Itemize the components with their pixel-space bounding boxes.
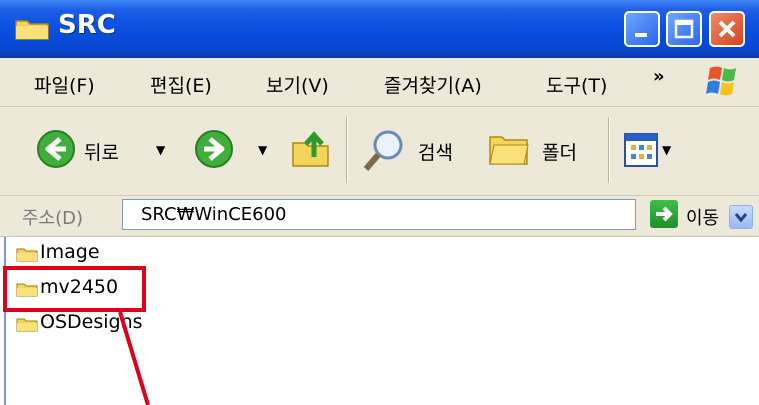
menu-view[interactable]: 보기(V)	[266, 71, 329, 98]
menu-file[interactable]: 파일(F)	[34, 71, 95, 98]
folder-icon	[16, 248, 38, 262]
file-name: Image	[40, 241, 100, 263]
file-list: Image mv2450 OSDesigns	[4, 237, 759, 405]
close-icon	[718, 20, 736, 38]
window-title: SRC	[58, 10, 116, 40]
toolbar-separator	[346, 117, 348, 183]
view-grid-icon[interactable]	[624, 133, 658, 167]
address-input[interactable]: SRC₩WinCE600	[122, 199, 753, 230]
address-dropdown-button[interactable]	[729, 205, 753, 229]
folder-icon	[15, 20, 49, 40]
file-name: OSDesigns	[40, 311, 143, 333]
minimize-icon	[635, 33, 647, 37]
search-button[interactable]: 검색	[418, 138, 453, 165]
menu-bar: 파일(F) 편집(E) 보기(V) 즐겨찾기(A) 도구(T) »	[0, 58, 759, 107]
address-value: SRC₩WinCE600	[141, 204, 287, 225]
menu-favorites[interactable]: 즐겨찾기(A)	[384, 71, 482, 98]
go-button[interactable]	[650, 200, 678, 228]
search-icon[interactable]	[360, 129, 408, 173]
folder-icon	[16, 318, 38, 332]
maximize-button[interactable]	[666, 11, 702, 47]
menu-overflow-chevron[interactable]: »	[653, 66, 665, 87]
windows-logo-icon	[706, 66, 736, 96]
folders-icon[interactable]	[488, 131, 532, 169]
toolbar: 뒤로 ▼ ▼ 검색 폴더 ▼	[0, 107, 759, 196]
close-button[interactable]	[709, 11, 745, 47]
menu-edit[interactable]: 편집(E)	[150, 71, 212, 98]
back-arrow-icon[interactable]	[36, 129, 76, 169]
go-label[interactable]: 이동	[686, 204, 719, 230]
folders-button[interactable]: 폴더	[542, 138, 577, 165]
highlight-box	[3, 266, 146, 312]
minimize-button[interactable]	[624, 11, 660, 47]
forward-dropdown-icon[interactable]: ▼	[258, 143, 267, 157]
menu-tools[interactable]: 도구(T)	[546, 71, 607, 98]
forward-arrow-icon[interactable]	[194, 129, 234, 169]
up-folder-icon[interactable]	[290, 127, 334, 171]
title-bar[interactable]: SRC	[0, 0, 759, 58]
go-arrow-icon	[656, 206, 673, 222]
views-dropdown-icon[interactable]: ▼	[662, 143, 671, 157]
back-button[interactable]: 뒤로	[84, 138, 119, 165]
back-dropdown-icon[interactable]: ▼	[156, 143, 165, 157]
chevron-down-icon	[734, 213, 748, 223]
address-bar: 주소(D) SRC₩WinCE600 이동	[0, 196, 759, 237]
maximize-icon	[674, 19, 694, 39]
address-label: 주소(D)	[22, 208, 84, 229]
toolbar-separator	[608, 117, 610, 183]
